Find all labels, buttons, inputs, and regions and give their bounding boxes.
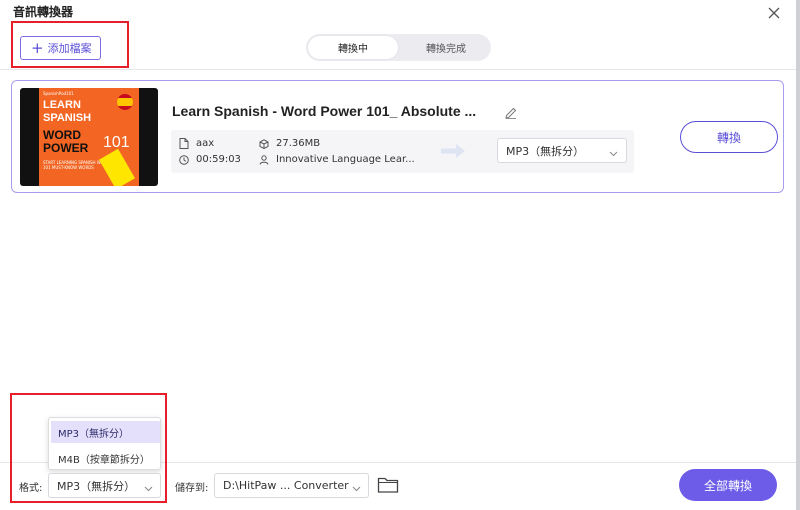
add-file-label: 添加檔案 bbox=[47, 42, 92, 55]
cover-line3: WORD bbox=[43, 128, 81, 142]
tab-completed[interactable]: 轉換完成 bbox=[402, 36, 490, 59]
format-label: 格式: bbox=[19, 483, 43, 494]
cover-line1: LEARN bbox=[43, 99, 81, 111]
chevron-down-icon bbox=[144, 482, 153, 495]
chevron-down-icon bbox=[352, 482, 361, 495]
author: Innovative Language Lear... bbox=[276, 154, 415, 165]
save-path-select[interactable]: D:\HitPaw ... Converter bbox=[214, 473, 369, 498]
convert-button[interactable]: 轉換 bbox=[680, 121, 778, 153]
window-edge bbox=[796, 0, 800, 510]
chevron-down-icon bbox=[609, 147, 618, 160]
cube-icon bbox=[259, 138, 269, 149]
divider bbox=[0, 69, 800, 70]
app-title: 音訊轉換器 bbox=[13, 5, 74, 19]
file-format: aax bbox=[196, 138, 215, 149]
person-icon bbox=[259, 154, 269, 165]
duration: 00:59:03 bbox=[196, 154, 241, 165]
tab-converting[interactable]: 轉換中 bbox=[308, 36, 398, 59]
file-title: Learn Spanish - Word Power 101_ Absolute… bbox=[172, 103, 477, 119]
file-info-panel: aax 00:59:03 27.36MB Innovative Language… bbox=[171, 130, 634, 173]
output-format-select[interactable]: MP3（無拆分） bbox=[497, 138, 627, 163]
title-bar: 音訊轉換器 bbox=[0, 0, 800, 22]
format-dropdown-menu: MP3（無拆分） M4B（按章節拆分） bbox=[48, 417, 161, 470]
format-option-mp3[interactable]: MP3（無拆分） bbox=[51, 421, 160, 443]
cover-brand: SpanishPod101 bbox=[43, 91, 74, 96]
clock-icon bbox=[179, 154, 189, 165]
close-icon[interactable] bbox=[764, 3, 784, 23]
global-format-select[interactable]: MP3（無拆分） bbox=[48, 473, 161, 498]
file-icon bbox=[179, 138, 189, 149]
convert-all-button[interactable]: 全部轉換 bbox=[679, 469, 777, 501]
add-file-button[interactable]: + 添加檔案 bbox=[20, 36, 101, 60]
status-tabs: 轉換中 轉換完成 bbox=[306, 34, 491, 61]
global-format-value: MP3（無拆分） bbox=[57, 479, 136, 493]
cover-thumbnail: SpanishPod101 LEARN SPANISH WORD POWER 1… bbox=[20, 88, 158, 186]
folder-icon[interactable] bbox=[377, 476, 399, 494]
arrow-right-icon bbox=[439, 142, 467, 164]
cover-line2: SPANISH bbox=[43, 112, 92, 124]
cover-line4: POWER bbox=[43, 141, 89, 155]
spain-flag-icon bbox=[117, 94, 133, 110]
save-to-label: 儲存到: bbox=[175, 483, 209, 494]
file-size: 27.36MB bbox=[276, 138, 321, 149]
save-path-value: D:\HitPaw ... Converter bbox=[223, 479, 349, 492]
size-meta: 27.36MB bbox=[259, 138, 320, 149]
file-card: SpanishPod101 LEARN SPANISH WORD POWER 1… bbox=[11, 80, 784, 193]
pencil-icon[interactable] bbox=[504, 105, 518, 119]
file-format-meta: aax bbox=[179, 138, 214, 149]
plus-icon: + bbox=[31, 38, 44, 57]
output-format-value: MP3（無拆分） bbox=[506, 144, 585, 158]
format-option-m4b[interactable]: M4B（按章節拆分） bbox=[51, 447, 160, 469]
duration-meta: 00:59:03 bbox=[179, 154, 241, 165]
author-meta: Innovative Language Lear... bbox=[259, 154, 415, 165]
